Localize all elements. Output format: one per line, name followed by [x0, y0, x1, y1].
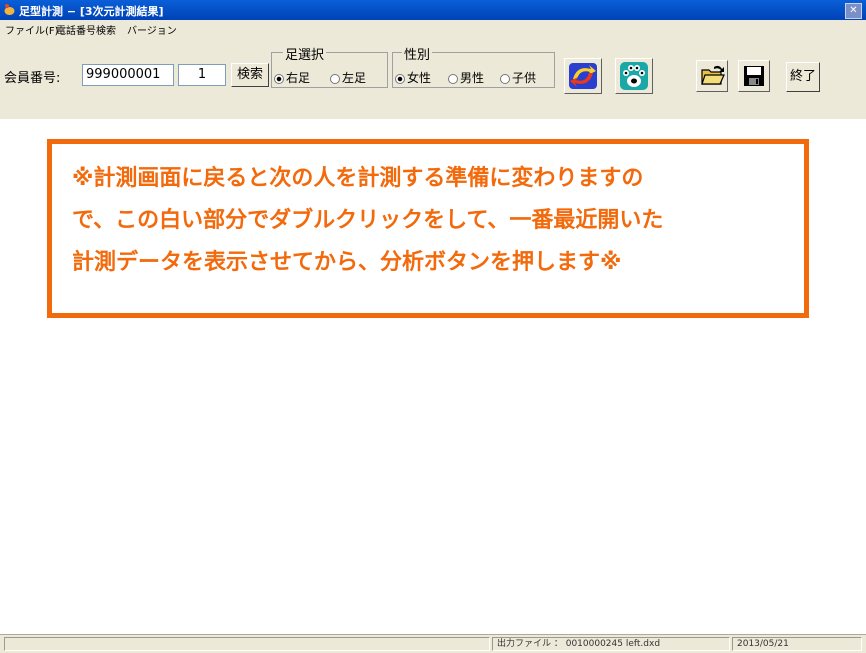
member-number-label: 会員番号: — [4, 71, 61, 86]
member-number-input[interactable]: 999000001 — [82, 64, 174, 86]
menu-phone-search[interactable]: 電話番号検索 — [56, 22, 116, 37]
status-bar: 出力ファイル ： 0010000245 left.dxd 2013/05/21 — [0, 634, 866, 653]
menu-bar: ファイル(F) 電話番号検索 バージョン — [0, 20, 866, 37]
open-file-button[interactable] — [696, 60, 728, 92]
save-disk-icon — [744, 66, 764, 86]
notice-line: で、この白い部分でダブルクリックをして、一番最近開いた — [72, 208, 664, 233]
open-folder-icon — [701, 65, 725, 85]
foot-select-caption: 足選択 — [283, 44, 327, 63]
measurement-area[interactable]: ※計測画面に戻ると次の人を計測する準備に変わりますの で、この白い部分でダブルク… — [0, 119, 866, 634]
output-file-status: 出力ファイル ： 0010000245 left.dxd — [492, 637, 730, 651]
radio-child[interactable]: 子供 — [500, 69, 536, 86]
paw-print-icon — [620, 62, 648, 90]
radio-left-foot[interactable]: 左足 — [330, 69, 366, 86]
search-button[interactable]: 検索 — [231, 63, 269, 87]
toolbar: 会員番号: 999000001 1 検索 足選択 右足 左足 性別 女性 男性 … — [0, 36, 866, 119]
exit-button[interactable]: 終了 — [786, 62, 820, 92]
radio-right-foot[interactable]: 右足 — [274, 69, 310, 86]
notice-line: ※計測画面に戻ると次の人を計測する準備に変わりますの — [72, 166, 644, 191]
instruction-notice: ※計測画面に戻ると次の人を計測する準備に変わりますの で、この白い部分でダブルク… — [47, 139, 809, 318]
app-icon — [4, 4, 15, 15]
count-field[interactable]: 1 — [178, 64, 226, 86]
notice-line: 計測データを表示させてから、分析ボタンを押します※ — [72, 250, 622, 275]
title-bar: 足型計測 − [3次元計測結果] ✕ — [0, 0, 866, 20]
save-button[interactable] — [738, 60, 770, 92]
foot-measure-button[interactable] — [615, 58, 653, 94]
menu-version[interactable]: バージョン — [127, 22, 177, 37]
close-button[interactable]: ✕ — [845, 3, 862, 19]
date-status: 2013/05/21 — [732, 637, 862, 651]
radio-female[interactable]: 女性 — [395, 69, 431, 86]
menu-file[interactable]: ファイル(F) — [5, 22, 59, 37]
gender-caption: 性別 — [402, 44, 433, 63]
analyze-icon — [569, 63, 597, 89]
analyze-button[interactable] — [564, 58, 602, 94]
radio-male[interactable]: 男性 — [448, 69, 484, 86]
window-title: 足型計測 − [3次元計測結果] — [19, 5, 164, 18]
status-panel-empty — [4, 637, 490, 651]
